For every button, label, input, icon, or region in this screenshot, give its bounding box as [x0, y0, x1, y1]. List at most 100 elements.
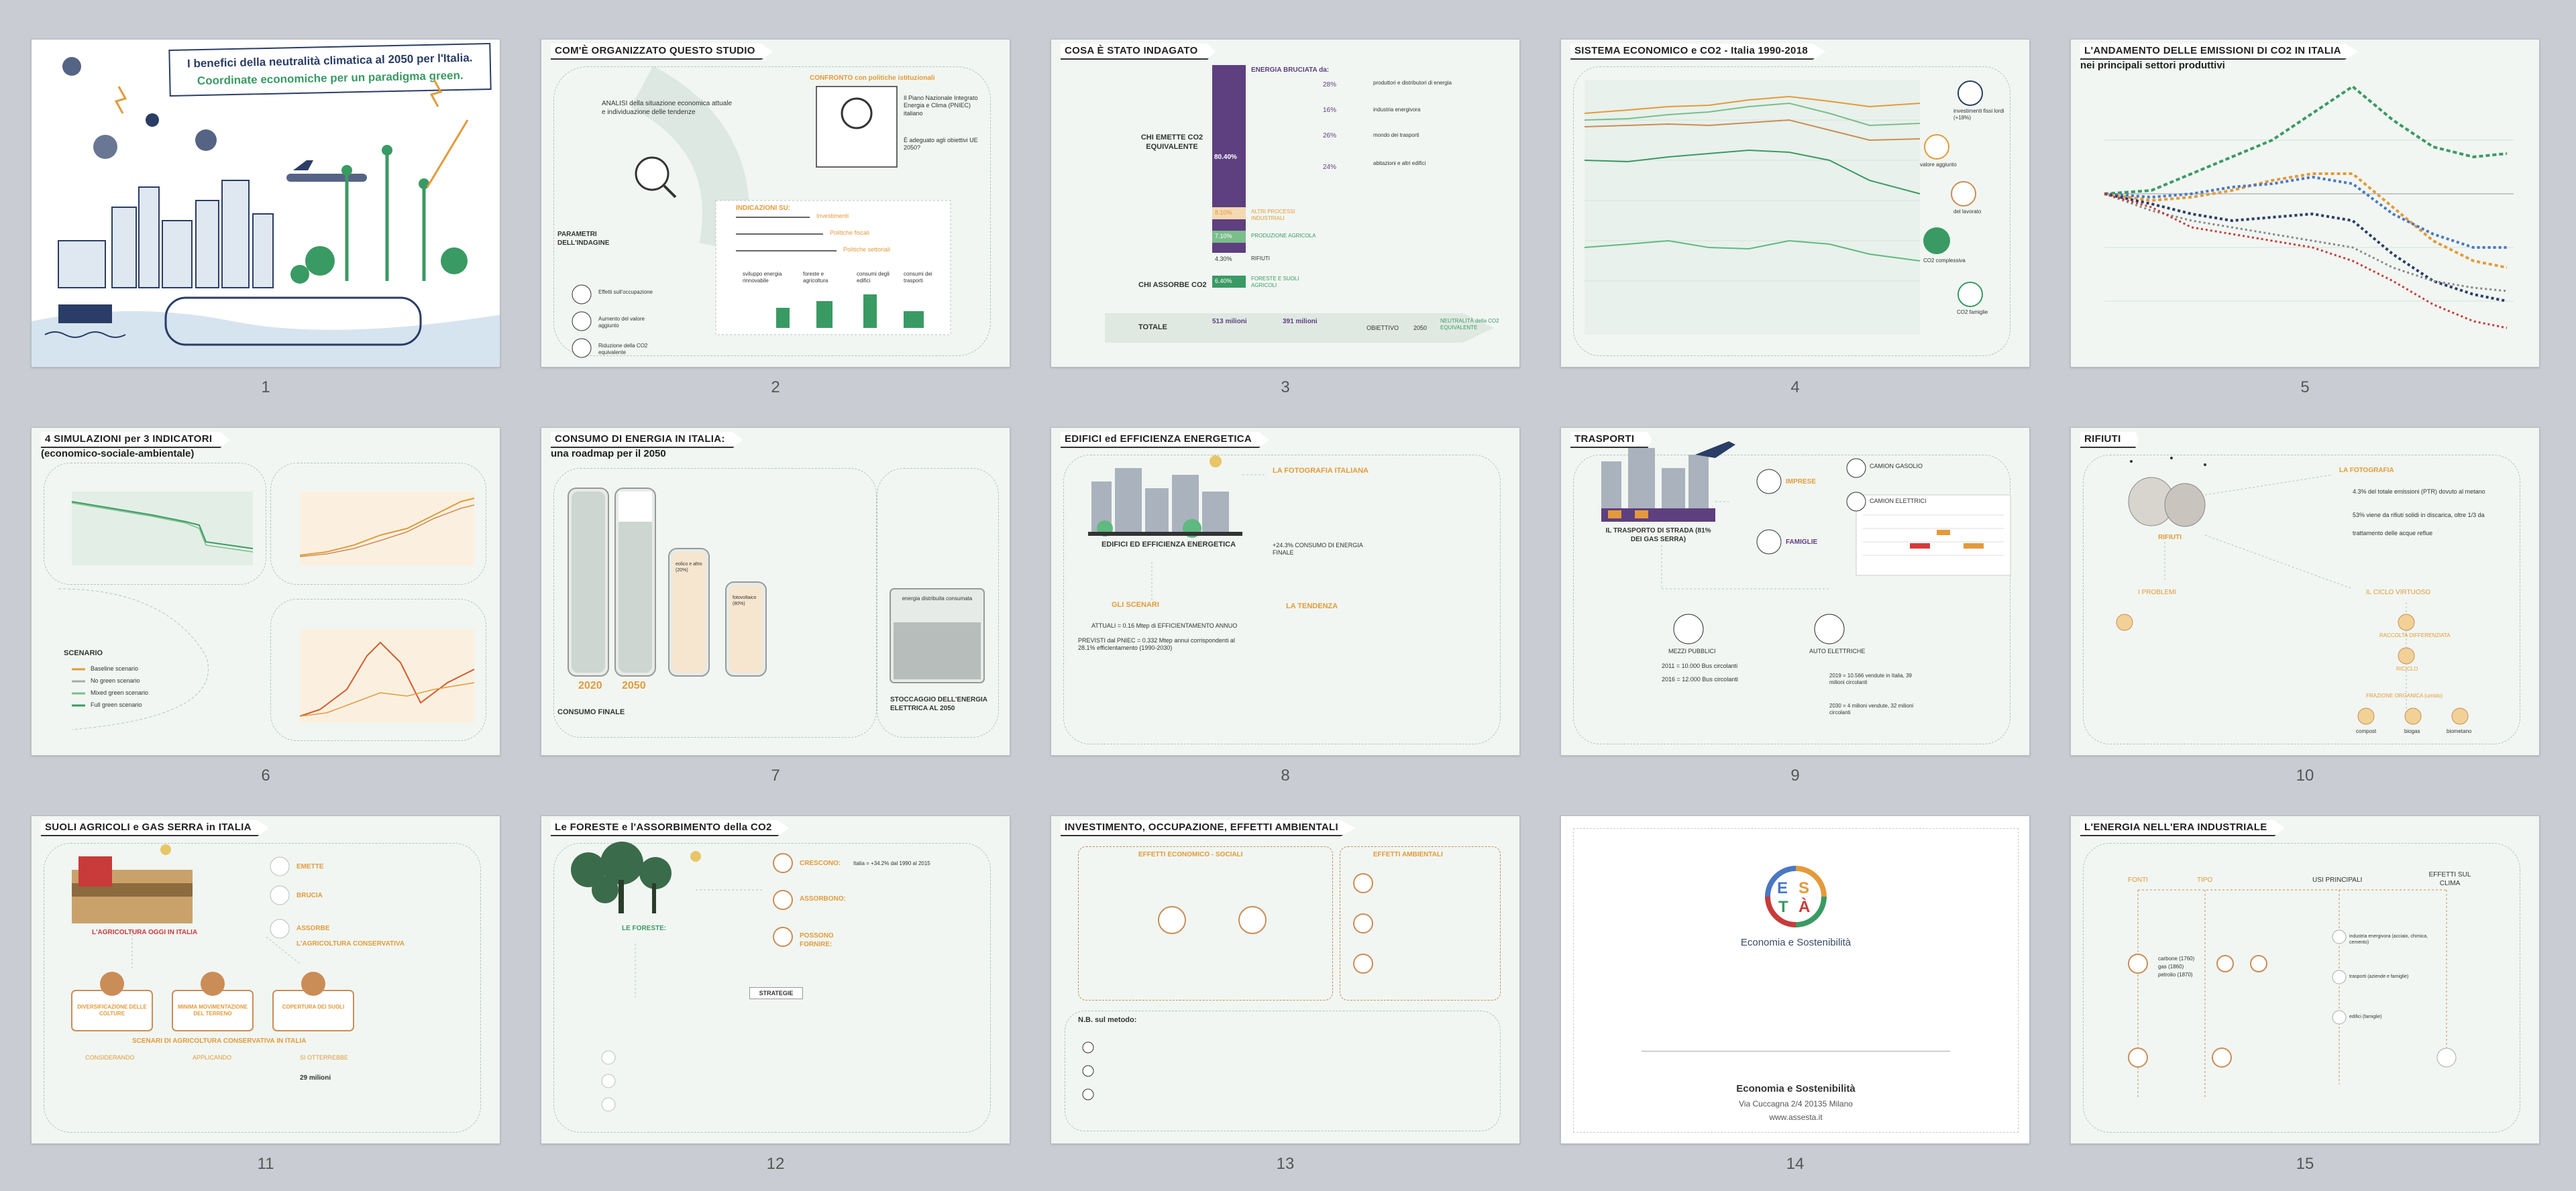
pniec-text: Il Piano Nazionale Integrato Energia e C… [904, 95, 978, 117]
slide-5-chart [2104, 84, 2514, 329]
fotografia-label-10: LA FOTOGRAFIA [2339, 467, 2394, 474]
pillar-1: DIVERSIFICAZIONE DELLE COLTURE [77, 1004, 147, 1017]
slide-9-city [1601, 441, 2011, 644]
auto-stat-1: 2019 = 10.566 vendute in Italia, 39 mili… [1829, 673, 1912, 685]
amb-label: EFFETTI AMBIENTALI [1373, 851, 1443, 858]
header-usi: USI PRINCIPALI [2312, 876, 2363, 884]
energia-item-3: mondo dei trasporti [1373, 132, 1419, 138]
parametri-label: PARAMETRI DELL'INDAGINE [557, 231, 610, 247]
assorbe-label: ASSORBE [297, 925, 330, 932]
rifiuti-item-3: trattamento delle acque reflue [2353, 530, 2433, 536]
slide-number-1: 1 [261, 378, 270, 396]
tendenza-label: LA TENDENZA [1286, 602, 1338, 610]
header-fonti: FONTI [2128, 876, 2148, 884]
slide-thumbnail-13[interactable]: INVESTIMENTO, OCCUPAZIONE, EFFETTI AMBIE… [1051, 815, 1520, 1144]
s4-label-2: valore aggiunto [1920, 162, 1957, 168]
slide-thumbnail-8[interactable]: EDIFICI ed EFFICIENZA ENERGETICA LA FOTO… [1051, 427, 1520, 756]
slide-cell-2[interactable]: COM'È ORGANIZZATO QUESTO STUDIO ANALISI … [541, 39, 1010, 414]
slide-number-14: 14 [1786, 1155, 1805, 1173]
fotografia-label: LA FOTOGRAFIA ITALIANA [1273, 467, 1368, 475]
edifici-label: EDIFICI ED EFFICIENZA ENERGETICA [1101, 541, 1236, 549]
slide-thumbnail-4[interactable]: SISTEMA ECONOMICO e CO2 - Italia 1990-20… [1560, 39, 2030, 367]
obiettivo: OBIETTIVO [1366, 325, 1399, 331]
slide-number-15: 15 [2296, 1155, 2314, 1173]
slide-number-8: 8 [1281, 767, 1290, 785]
nb-label: N.B. sul metodo: [1078, 1016, 1137, 1024]
slide-thumbnail-3[interactable]: COSA È STATO INDAGATO 80.40% ENERGIA BRU… [1051, 39, 1520, 367]
scenario-4: Full green scenario [91, 701, 142, 708]
camion-gasolio: CAMION GASOLIO [1870, 463, 1923, 469]
analisi-text: ANALISI della situazione economica attua… [602, 100, 733, 116]
slide-cell-6[interactable]: 4 SIMULAZIONI per 3 INDICATORI (economic… [31, 427, 500, 803]
problemi-label: I PROBLEMI [2138, 589, 2177, 596]
footer-url[interactable]: www.assesta.it [1695, 1113, 1896, 1123]
s4-label-5: CO2 famiglie [1957, 309, 1988, 315]
agricoltura-oggi: L'AGRICOLTURA OGGI IN ITALIA [92, 929, 198, 936]
slide-cell-15[interactable]: L'ENERGIA NELL'ERA INDUSTRIALE FONTI TIP… [2070, 815, 2540, 1191]
camion-elettrici: CAMION ELETTRICI [1870, 498, 1927, 504]
logo-letter-2: S [1799, 879, 1810, 897]
verb-1: CRESCONO: [800, 860, 841, 867]
slide-cell-11[interactable]: SUOLI AGRICOLI e GAS SERRA in ITALIA EME… [31, 815, 500, 1191]
famiglie-label: FAMIGLIE [1786, 538, 1818, 546]
slide-number-6: 6 [261, 767, 270, 785]
slide-8-city [1088, 455, 1266, 602]
rifiuti-item-2: 53% viene da rifiuti solidi in discarica… [2353, 512, 2485, 518]
slide-number-3: 3 [1281, 378, 1290, 396]
pillar-2: MINIMA MOVIMENTAZIONE DEL TERRENO [178, 1004, 248, 1017]
slide-cell-9[interactable]: TRASPORTI IMPRESE FAMIGLIE CAMION GASOLI… [1560, 427, 2030, 803]
logo-letter-3: T [1778, 898, 1788, 916]
slide-cell-8[interactable]: EDIFICI ed EFFICIENZA ENERGETICA LA FOTO… [1051, 427, 1520, 803]
batt-label-1: eolico e altro (20%) [676, 562, 702, 573]
strada-label: IL TRASPORTO DI STRADA (81% DEI GAS SERR… [1605, 527, 1711, 543]
slide-number-7: 7 [771, 767, 780, 785]
year-2020: 2020 [578, 680, 602, 691]
slide-cell-14[interactable]: E S T À Economia e Sostenibilità Economi… [1560, 815, 2030, 1191]
slide-cell-4[interactable]: SISTEMA ECONOMICO e CO2 - Italia 1990-20… [1560, 39, 2030, 414]
slide-thumbnail-5[interactable]: L'ANDAMENTO DELLE EMISSIONI DI CO2 IN IT… [2070, 39, 2540, 367]
slide-cell-12[interactable]: Le FORESTE e l'ASSORBIMENTO della CO2 LE… [541, 815, 1010, 1191]
imprese-label: IMPRESE [1786, 478, 1817, 486]
slide-thumbnail-10[interactable]: RIFIUTI RIFIUTI LA FOTOGRAFIA I PROBLEMI… [2070, 427, 2540, 756]
agricoltura-cons: L'AGRICOLTURA CONSERVATIVA [297, 940, 405, 948]
slide-cell-10[interactable]: RIFIUTI RIFIUTI LA FOTOGRAFIA I PROBLEMI… [2070, 427, 2540, 803]
slide-thumbnail-15[interactable]: L'ENERGIA NELL'ERA INDUSTRIALE FONTI TIP… [2070, 815, 2540, 1144]
scenario-2: No green scenario [91, 677, 140, 684]
bottom-item-4: consumi dei trasporti [904, 271, 932, 284]
ind-item-3: Politiche settoriali [843, 246, 891, 253]
slide-cell-1[interactable]: I benefici della neutralità climatica al… [31, 39, 500, 414]
big-pct: 80.40% [1214, 154, 1237, 161]
batt-label-2: fotovoltaico (80%) [733, 596, 757, 606]
slide-cell-13[interactable]: INVESTIMENTO, OCCUPAZIONE, EFFETTI AMBIE… [1051, 815, 1520, 1191]
virtuoso-1: RACCOLTA DIFFERENZIATA [2379, 632, 2451, 638]
slide-cell-3[interactable]: COSA È STATO INDAGATO 80.40% ENERGIA BRU… [1051, 39, 1520, 414]
slide-thumbnail-11[interactable]: SUOLI AGRICOLI e GAS SERRA in ITALIA EME… [31, 815, 500, 1144]
chi-assorbe: CHI ASSORBE CO2 [1138, 281, 1207, 289]
cat-3-pct: 4.30% [1215, 256, 1232, 262]
slide-thumbnail-6[interactable]: 4 SIMULAZIONI per 3 INDICATORI (economic… [31, 427, 500, 756]
slide-thumbnail-12[interactable]: Le FORESTE e l'ASSORBIMENTO della CO2 LE… [541, 815, 1010, 1144]
logo-ring [1765, 866, 1827, 927]
fonte-3: petrolio (1870) [2158, 972, 2193, 978]
slide-cell-5[interactable]: L'ANDAMENTO DELLE EMISSIONI DI CO2 IN IT… [2070, 39, 2540, 414]
slide-thumbnail-1[interactable]: I benefici della neutralità climatica al… [31, 39, 500, 367]
pct-2: 16% [1323, 107, 1337, 114]
pct-1: 28% [1323, 81, 1337, 89]
divider [1642, 1051, 1950, 1052]
slide-thumbnail-14[interactable]: E S T À Economia e Sostenibilità Economi… [1560, 815, 2030, 1144]
slide-number-4: 4 [1790, 378, 1800, 396]
slide-4-chart [1584, 80, 1983, 335]
slide-thumbnail-9[interactable]: TRASPORTI IMPRESE FAMIGLIE CAMION GASOLI… [1560, 427, 2030, 756]
slide-thumbnail-7[interactable]: CONSUMO DI ENERGIA IN ITALIA: una roadma… [541, 427, 1010, 756]
step-3: SI OTTERREBBE [300, 1054, 349, 1061]
slide-number-13: 13 [1276, 1155, 1295, 1173]
slide-thumbnail-2[interactable]: COM'È ORGANIZZATO QUESTO STUDIO ANALISI … [541, 39, 1010, 367]
confronto-text: CONFRONTO con politiche istituzionali [810, 74, 935, 82]
strategie-box: STRATEGIE [749, 987, 803, 999]
uso-1: industria energivora (acciaio, chimica, … [2349, 934, 2428, 945]
scenari-label: GLI SCENARI [1112, 601, 1159, 609]
verb-2: ASSORBONO: [800, 895, 846, 903]
logo-letter-1: E [1777, 879, 1788, 897]
adeguato-text: È adeguato agli obiettivi UE 2050? [904, 137, 978, 152]
slide-cell-7[interactable]: CONSUMO DI ENERGIA IN ITALIA: una roadma… [541, 427, 1010, 803]
